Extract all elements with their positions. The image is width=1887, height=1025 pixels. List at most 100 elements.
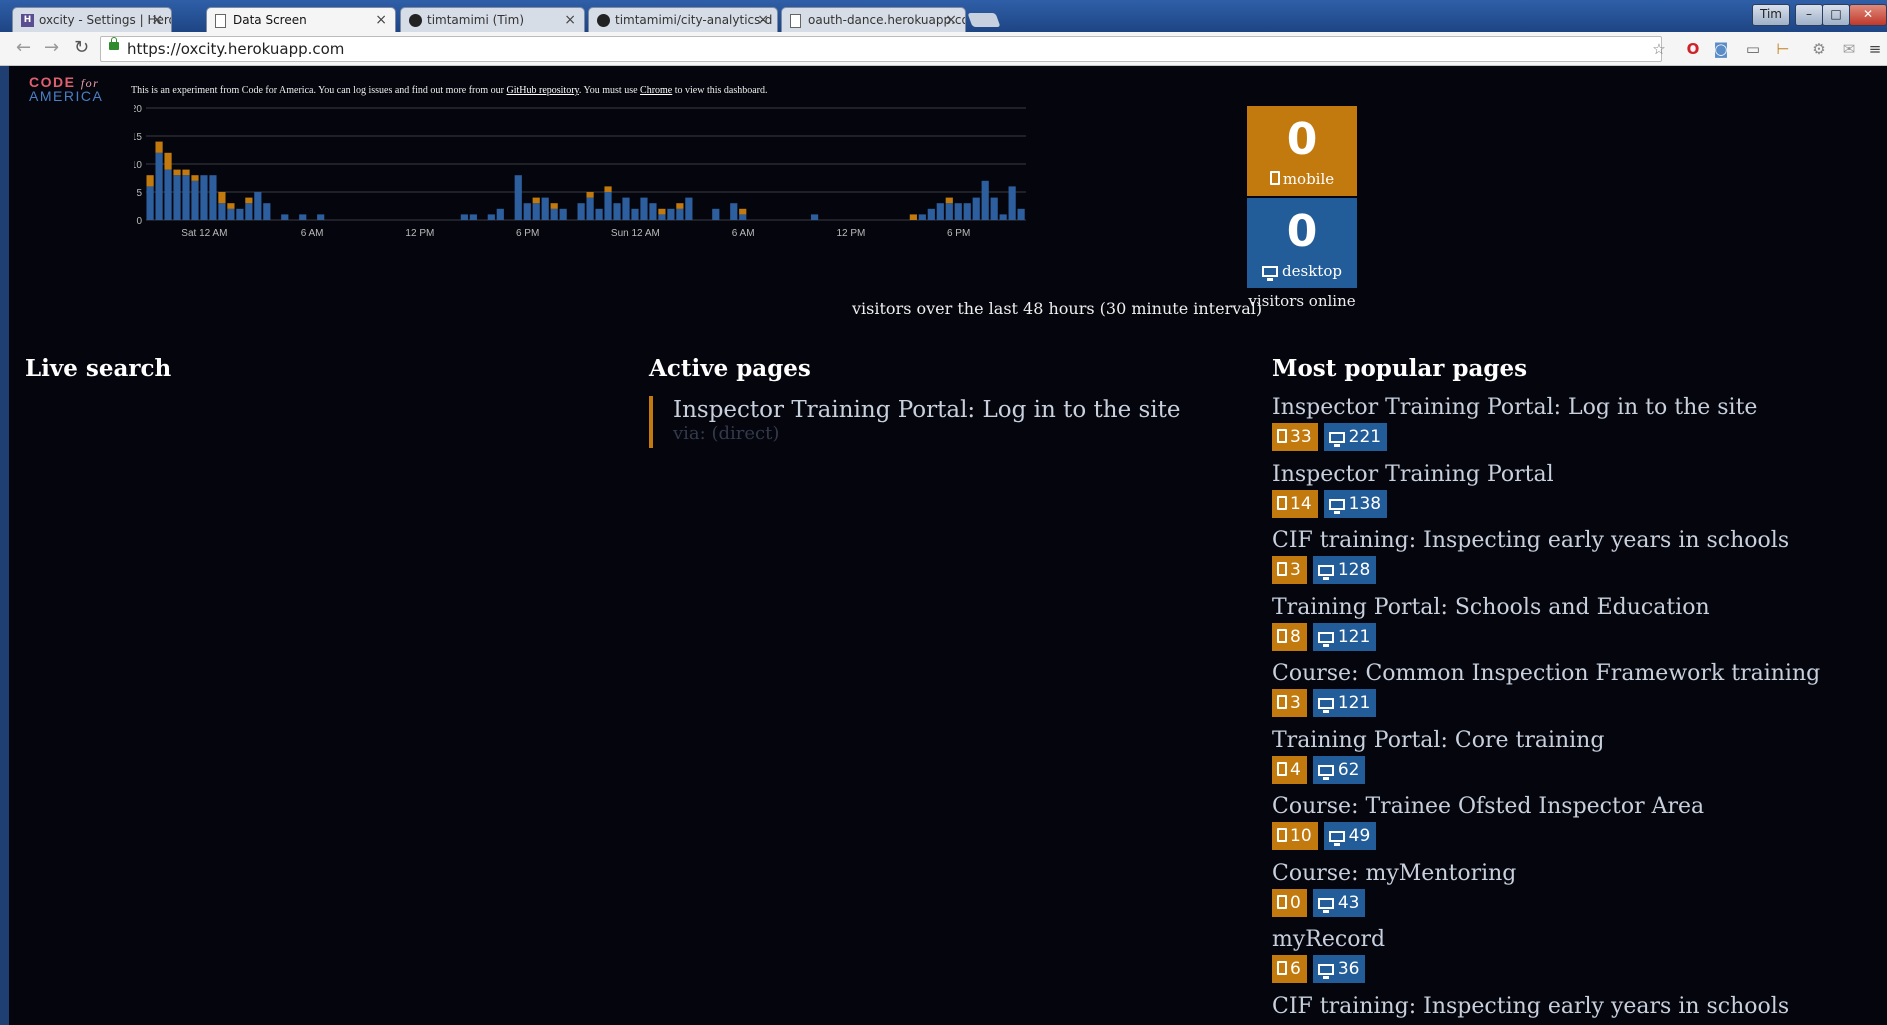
x-tick-label: Sat 12 AM [181,228,227,239]
popular-page-item: Course: myMentoring 0 43 [1272,859,1872,926]
popular-page-title: Inspector Training Portal [1272,461,1554,487]
bookmark-star-icon[interactable]: ☆ [1650,40,1668,58]
close-icon[interactable]: × [945,12,957,28]
bar-desktop [523,203,531,220]
cast-icon[interactable]: ▭ [1744,40,1762,58]
bar-desktop [218,203,226,220]
tab-data-screen[interactable]: Data Screen × [206,7,396,32]
x-tick-label: 12 PM [405,228,434,239]
bar-desktop [658,214,666,220]
close-icon[interactable]: × [564,12,576,28]
tab-github-profile[interactable]: timtamimi (Tim) × [400,7,585,32]
bar-desktop [667,208,675,220]
bar-mobile [604,186,612,192]
desktop-label: desktop [1282,262,1342,280]
browser-tab-strip: H oxcity - Settings | Heroku × Data Scre… [0,0,1887,32]
profile-button[interactable]: Tim [1752,4,1790,26]
bar-mobile [586,192,594,198]
desktop-count-value: 138 [1348,493,1382,514]
mobile-count-badge: 3 [1272,689,1307,717]
opera-icon[interactable]: O [1684,40,1702,58]
address-bar[interactable]: https://oxcity.herokuapp.com [100,36,1662,62]
close-icon[interactable]: × [757,12,769,28]
camera-icon[interactable]: ◙ [1712,40,1730,58]
mobile-count: 0 [1286,114,1318,165]
bar-desktop [739,214,747,220]
desktop-count-value: 221 [1348,427,1382,447]
tab-github-repo[interactable]: timtamimi/city-analytics-d × [588,7,778,32]
mobile-icon [1277,495,1287,510]
popular-page-title: Course: myMentoring [1272,860,1517,886]
mobile-count-badge: 33 [1272,423,1318,451]
extension-badge-icon[interactable]: ⚙ [1810,40,1828,58]
bar-desktop [182,175,190,220]
url-text: https://oxcity.herokuapp.com [127,40,345,58]
mobile-count-value: 6 [1290,959,1301,979]
popular-page-badges: 3 128 [1272,556,1872,584]
popular-page-item: Course: Trainee Ofsted Inspector Area 10 4… [1272,792,1872,859]
tab-heroku-settings[interactable]: H oxcity - Settings | Heroku × [12,7,172,32]
mobile-count-badge: 4 [1272,755,1307,784]
mail-icon[interactable]: ✉ [1840,40,1858,58]
bar-mobile [191,175,199,181]
desktop-icon [1317,698,1334,713]
desktop-count-value: 62 [1337,759,1360,780]
dashboard-page: CODE for AMERICA This is an experiment f… [9,66,1887,1025]
bar-desktop [550,208,558,220]
mobile-icon [1277,894,1287,909]
mobile-count-badge: 0 [1272,888,1307,917]
new-tab-button[interactable] [967,13,1001,27]
bar-desktop [469,214,477,220]
page-icon [215,14,226,28]
close-icon[interactable]: × [151,12,163,28]
desktop-icon [1317,897,1334,913]
chart-caption: visitors over the last 48 hours (30 minu… [852,299,1263,318]
desktop-count-badge: 121 [1312,689,1377,717]
desktop-count-badge: 36 [1312,955,1366,983]
back-arrow-icon[interactable]: ← [16,37,31,58]
popular-page-title: Inspector Training Portal: Log in to the… [1272,395,1758,420]
popular-page-title: myRecord [1272,927,1386,952]
bar-desktop [604,192,612,220]
mobile-count-value: 33 [1290,427,1312,447]
desktop-count-value: 43 [1337,892,1360,913]
popular-page-item: Training Portal: Schools and Education 8 1… [1272,593,1872,660]
forward-arrow-icon[interactable]: → [44,37,59,58]
desktop-count-value: 121 [1337,693,1371,713]
menu-icon[interactable]: ≡ [1866,40,1884,58]
popular-page-badges: 6 36 [1272,955,1872,983]
close-window-button[interactable]: ✕ [1849,4,1887,26]
popular-page-badges: 33 221 [1272,423,1872,451]
popular-page-title: Training Portal: Core training [1272,727,1605,753]
close-icon[interactable]: × [375,12,387,28]
chrome-link[interactable]: Chrome [640,85,672,96]
bar-desktop [936,203,944,220]
github-repository-link[interactable]: GitHub repository [506,85,578,96]
bar-desktop [999,214,1007,220]
bar-desktop [685,197,693,220]
active-pages-title: Active pages [649,355,811,382]
tab-oauth-dance[interactable]: oauth-dance.herokuapp.co × [781,7,966,32]
desktop-icon [1328,432,1345,447]
extension-icon[interactable]: ⊢ [1774,40,1792,58]
mobile-icon [1277,961,1287,975]
bar-mobile [245,197,253,204]
reload-icon[interactable]: ↻ [74,37,89,58]
y-tick-label: 15 [134,132,142,143]
lock-icon [109,37,119,50]
bar-mobile [676,203,684,209]
popular-page-item: CIF training: Inspecting early years in … [1272,526,1872,593]
bar-desktop [649,203,657,220]
mobile-count-value: 8 [1290,626,1301,647]
mobile-icon [1277,562,1287,576]
bar-desktop [810,214,819,220]
mobile-visitors-box: 0 mobile [1247,106,1357,196]
maximize-button[interactable]: □ [1822,4,1850,26]
minimize-button[interactable]: – [1795,4,1823,26]
mobile-count-value: 14 [1290,493,1312,514]
intro-text-part: to view this dashboard. [672,85,768,96]
bar-desktop [541,197,549,220]
bar-desktop [622,197,630,220]
desktop-icon [1317,764,1334,780]
bar-desktop [981,180,989,220]
